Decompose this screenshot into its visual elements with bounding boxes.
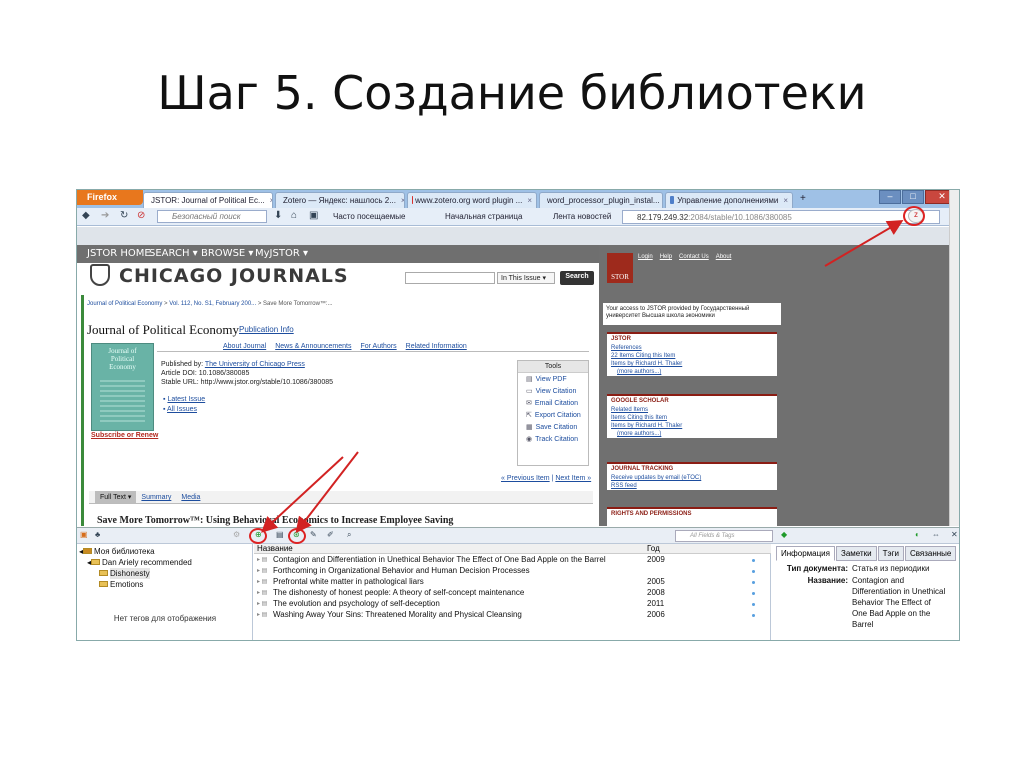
annotation-arrows <box>261 219 904 534</box>
arrow-to-new-item <box>261 456 344 533</box>
arrow-to-zotero-icon <box>824 219 904 267</box>
